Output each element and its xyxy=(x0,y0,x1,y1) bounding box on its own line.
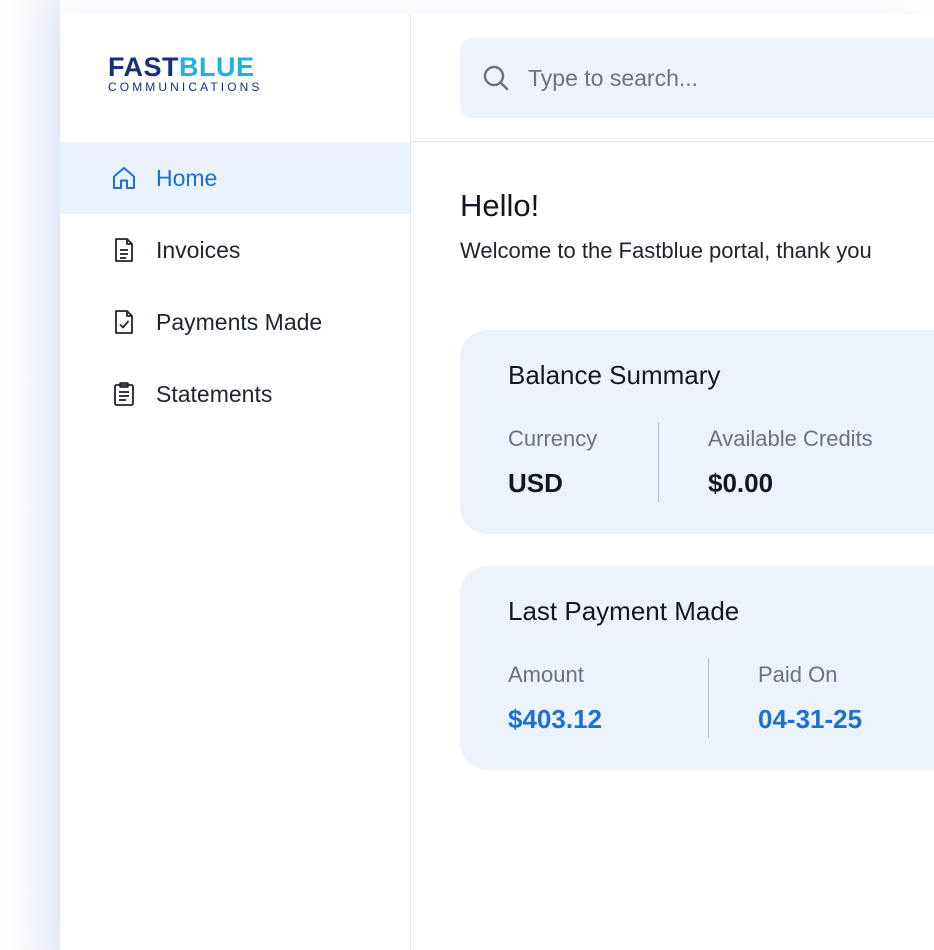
logo-subtitle: COMMUNICATIONS xyxy=(108,80,263,94)
amount-value[interactable]: $403.12 xyxy=(508,704,602,735)
document-icon xyxy=(110,236,138,264)
available-credits-label: Available Credits xyxy=(708,426,873,451)
main-content: Hello! Welcome to the Fastblue portal, t… xyxy=(411,14,934,950)
sidebar: FASTBLUE COMMUNICATIONS Home Invoices Pa… xyxy=(60,14,411,950)
paid-on-field: Paid On 04-31-25 xyxy=(758,662,862,735)
welcome-message: Welcome to the Fastblue portal, thank yo… xyxy=(460,238,872,263)
sidebar-item-label: Statements xyxy=(156,380,273,407)
currency-label: Currency xyxy=(508,426,598,451)
app-window: FASTBLUE COMMUNICATIONS Home Invoices Pa… xyxy=(60,14,934,950)
sidebar-item-invoices[interactable]: Invoices xyxy=(60,214,410,286)
logo-fast: FAST xyxy=(108,52,180,82)
clipboard-icon xyxy=(110,380,138,408)
brand-logo[interactable]: FASTBLUE COMMUNICATIONS xyxy=(108,52,308,95)
search-icon xyxy=(483,65,509,91)
sidebar-item-label: Payments Made xyxy=(156,308,323,335)
logo-blue: BLUE xyxy=(179,52,255,82)
sidebar-item-payments-made[interactable]: Payments Made xyxy=(60,286,410,358)
last-payment-card: Last Payment Made Amount $403.12 Paid On… xyxy=(460,566,934,770)
available-credits-value: $0.00 xyxy=(708,468,774,498)
currency-field: Currency USD xyxy=(508,426,597,499)
sidebar-item-home[interactable]: Home xyxy=(60,142,410,214)
home-icon xyxy=(110,164,138,192)
search-input[interactable] xyxy=(526,63,930,93)
sidebar-item-statements[interactable]: Statements xyxy=(60,358,410,430)
backdrop xyxy=(0,0,60,950)
field-divider xyxy=(658,422,659,502)
available-credits-field: Available Credits $0.00 xyxy=(708,426,873,499)
currency-value: USD xyxy=(508,468,563,498)
amount-label: Amount xyxy=(508,662,584,687)
card-title: Last Payment Made xyxy=(508,596,740,626)
paid-on-value[interactable]: 04-31-25 xyxy=(758,704,862,735)
top-bar xyxy=(411,14,934,142)
sidebar-nav: Home Invoices Payments Made Statements xyxy=(60,142,410,430)
document-check-icon xyxy=(110,308,138,336)
amount-field: Amount $403.12 xyxy=(508,662,602,735)
field-divider xyxy=(708,658,709,738)
logo-wordmark: FASTBLUE xyxy=(108,52,308,82)
card-title: Balance Summary xyxy=(508,360,721,390)
search-bar[interactable] xyxy=(460,38,934,118)
page-title: Hello! xyxy=(460,188,540,223)
paid-on-label: Paid On xyxy=(758,662,838,687)
sidebar-item-label: Invoices xyxy=(156,236,241,263)
balance-summary-card: Balance Summary Currency USD Available C… xyxy=(460,330,934,534)
sidebar-item-label: Home xyxy=(156,164,218,191)
